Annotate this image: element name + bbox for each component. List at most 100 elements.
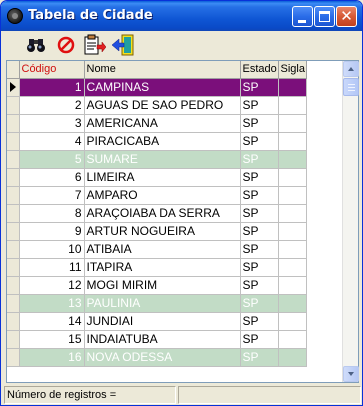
cell-codigo[interactable]: 9 bbox=[19, 222, 85, 241]
column-header-codigo[interactable]: Código bbox=[19, 61, 85, 79]
table-row[interactable]: 13 PAULINIA SP bbox=[7, 294, 307, 313]
cell-sigla[interactable] bbox=[278, 276, 307, 295]
table-row[interactable]: 8 ARAÇOIABA DA SERRA SP bbox=[7, 204, 307, 223]
cell-codigo[interactable]: 8 bbox=[19, 204, 85, 223]
cell-nome[interactable]: NOVA ODESSA bbox=[84, 348, 241, 367]
cell-estado[interactable]: SP bbox=[240, 240, 279, 259]
cell-codigo[interactable]: 2 bbox=[19, 96, 85, 115]
cell-sigla[interactable] bbox=[278, 168, 307, 187]
cell-estado[interactable]: SP bbox=[240, 168, 279, 187]
cell-sigla[interactable] bbox=[278, 258, 307, 277]
app-icon[interactable] bbox=[7, 8, 23, 24]
cell-sigla[interactable] bbox=[278, 312, 307, 331]
row-indicator[interactable] bbox=[7, 348, 20, 367]
cell-nome[interactable]: INDAIATUBA bbox=[84, 330, 241, 349]
table-row[interactable]: 11 ITAPIRA SP bbox=[7, 258, 307, 277]
cell-codigo[interactable]: 15 bbox=[19, 330, 85, 349]
row-indicator[interactable] bbox=[7, 330, 20, 349]
scroll-thumb[interactable] bbox=[343, 78, 359, 96]
scroll-down-button[interactable] bbox=[343, 366, 359, 382]
row-indicator[interactable] bbox=[7, 132, 20, 151]
row-indicator[interactable] bbox=[7, 276, 20, 295]
cell-codigo[interactable]: 16 bbox=[19, 348, 85, 367]
column-header-estado[interactable]: Estado bbox=[240, 61, 279, 79]
table-row[interactable]: 4 PIRACICABA SP bbox=[7, 132, 307, 151]
cell-sigla[interactable] bbox=[278, 186, 307, 205]
cell-nome[interactable]: AGUAS DE SAO PEDRO bbox=[84, 96, 241, 115]
cell-nome[interactable]: SUMARE bbox=[84, 150, 241, 169]
row-indicator[interactable] bbox=[7, 78, 20, 97]
cell-estado[interactable]: SP bbox=[240, 186, 279, 205]
cell-nome[interactable]: ARTUR NOGUEIRA bbox=[84, 222, 241, 241]
cancel-button[interactable] bbox=[54, 34, 78, 56]
cell-nome[interactable]: AMERICANA bbox=[84, 114, 241, 133]
scroll-up-button[interactable] bbox=[343, 61, 359, 77]
vertical-scrollbar[interactable] bbox=[342, 61, 359, 382]
data-grid[interactable]: Código Nome Estado Sigla 1 CAMPINAS SP 2 AGU… bbox=[6, 60, 359, 383]
cell-codigo[interactable]: 1 bbox=[19, 78, 85, 97]
find-button[interactable] bbox=[24, 34, 48, 56]
cell-estado[interactable]: SP bbox=[240, 312, 279, 331]
cell-nome[interactable]: ARAÇOIABA DA SERRA bbox=[84, 204, 241, 223]
cell-codigo[interactable]: 5 bbox=[19, 150, 85, 169]
cell-estado[interactable]: SP bbox=[240, 330, 279, 349]
cell-codigo[interactable]: 12 bbox=[19, 276, 85, 295]
table-row[interactable]: 14 JUNDIAI SP bbox=[7, 312, 307, 331]
cell-nome[interactable]: MOGI MIRIM bbox=[84, 276, 241, 295]
title-bar[interactable]: Tabela de Cidade ✕ bbox=[1, 1, 362, 31]
cell-estado[interactable]: SP bbox=[240, 132, 279, 151]
cell-nome[interactable]: CAMPINAS bbox=[84, 78, 241, 97]
column-header-sigla[interactable]: Sigla bbox=[278, 61, 307, 79]
cell-sigla[interactable] bbox=[278, 222, 307, 241]
cell-estado[interactable]: SP bbox=[240, 96, 279, 115]
row-indicator[interactable] bbox=[7, 240, 20, 259]
cell-nome[interactable]: ITAPIRA bbox=[84, 258, 241, 277]
cell-estado[interactable]: SP bbox=[240, 204, 279, 223]
row-indicator[interactable] bbox=[7, 96, 20, 115]
cell-nome[interactable]: PIRACICABA bbox=[84, 132, 241, 151]
cell-sigla[interactable] bbox=[278, 150, 307, 169]
table-row[interactable]: 2 AGUAS DE SAO PEDRO SP bbox=[7, 96, 307, 115]
row-indicator[interactable] bbox=[7, 150, 20, 169]
cell-sigla[interactable] bbox=[278, 348, 307, 367]
cell-nome[interactable]: PAULINIA bbox=[84, 294, 241, 313]
table-row[interactable]: 16 NOVA ODESSA SP bbox=[7, 348, 307, 367]
cell-nome[interactable]: JUNDIAI bbox=[84, 312, 241, 331]
cell-estado[interactable]: SP bbox=[240, 78, 279, 97]
table-row[interactable]: 9 ARTUR NOGUEIRA SP bbox=[7, 222, 307, 241]
cell-estado[interactable]: SP bbox=[240, 348, 279, 367]
row-indicator[interactable] bbox=[7, 186, 20, 205]
cell-estado[interactable]: SP bbox=[240, 114, 279, 133]
cell-codigo[interactable]: 11 bbox=[19, 258, 85, 277]
cell-sigla[interactable] bbox=[278, 78, 307, 97]
cell-estado[interactable]: SP bbox=[240, 258, 279, 277]
row-indicator[interactable] bbox=[7, 312, 20, 331]
minimize-button[interactable] bbox=[292, 6, 313, 27]
cell-sigla[interactable] bbox=[278, 132, 307, 151]
table-row[interactable]: 15 INDAIATUBA SP bbox=[7, 330, 307, 349]
cell-sigla[interactable] bbox=[278, 204, 307, 223]
cell-sigla[interactable] bbox=[278, 240, 307, 259]
close-button[interactable]: ✕ bbox=[336, 6, 357, 27]
row-indicator[interactable] bbox=[7, 168, 20, 187]
cell-codigo[interactable]: 14 bbox=[19, 312, 85, 331]
cell-nome[interactable]: ATIBAIA bbox=[84, 240, 241, 259]
cell-sigla[interactable] bbox=[278, 96, 307, 115]
row-indicator[interactable] bbox=[7, 258, 20, 277]
table-row[interactable]: 12 MOGI MIRIM SP bbox=[7, 276, 307, 295]
cell-estado[interactable]: SP bbox=[240, 276, 279, 295]
row-indicator[interactable] bbox=[7, 204, 20, 223]
exit-button[interactable] bbox=[111, 34, 135, 56]
cell-estado[interactable]: SP bbox=[240, 294, 279, 313]
report-button[interactable] bbox=[82, 34, 107, 56]
cell-codigo[interactable]: 6 bbox=[19, 168, 85, 187]
cell-nome[interactable]: LIMEIRA bbox=[84, 168, 241, 187]
table-row[interactable]: 6 LIMEIRA SP bbox=[7, 168, 307, 187]
table-row[interactable]: 1 CAMPINAS SP bbox=[7, 78, 307, 97]
cell-nome[interactable]: AMPARO bbox=[84, 186, 241, 205]
cell-estado[interactable]: SP bbox=[240, 222, 279, 241]
table-row[interactable]: 10 ATIBAIA SP bbox=[7, 240, 307, 259]
table-row[interactable]: 5 SUMARE SP bbox=[7, 150, 307, 169]
maximize-button[interactable] bbox=[314, 6, 335, 27]
cell-codigo[interactable]: 4 bbox=[19, 132, 85, 151]
